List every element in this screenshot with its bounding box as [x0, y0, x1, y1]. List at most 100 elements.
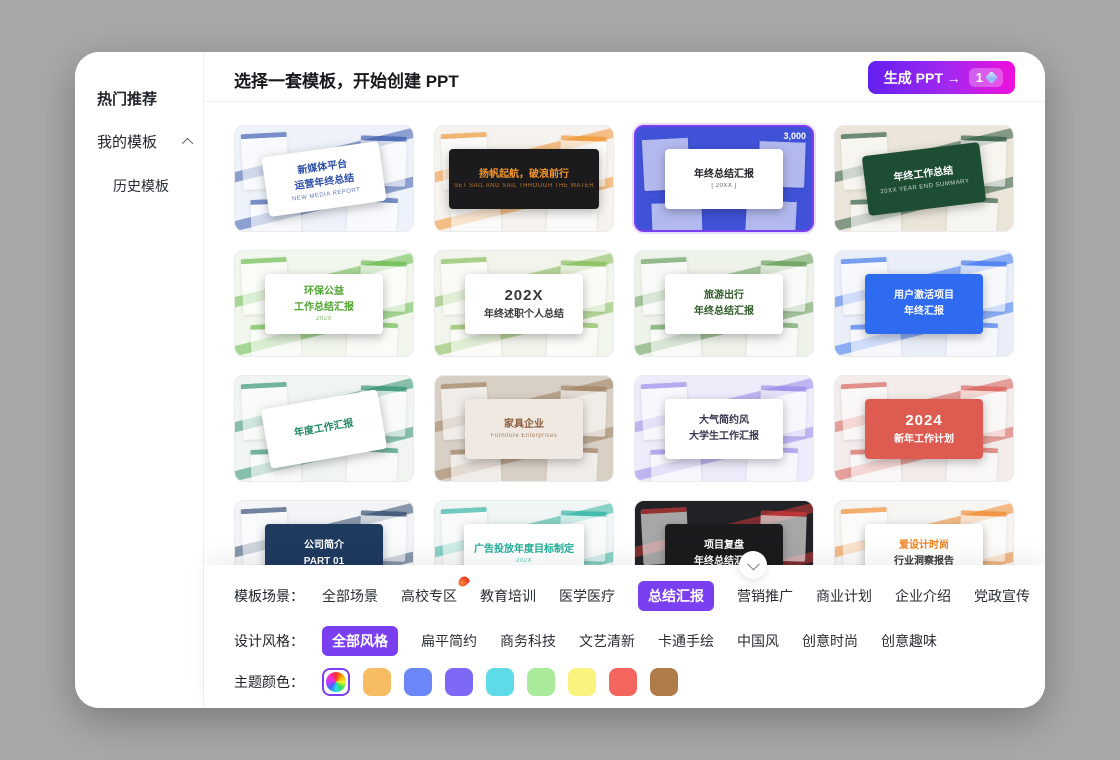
template-title-line: 环保公益	[304, 285, 344, 299]
template-card[interactable]: 年度工作汇报	[234, 375, 414, 482]
template-title-line: 扬帆起航，破浪前行	[479, 168, 569, 182]
template-title-line: 工作总结汇报	[294, 301, 354, 315]
template-corner-badge: 3,000	[783, 131, 806, 141]
sidebar: 热门推荐 我的模板 历史模板	[75, 52, 203, 708]
main-header: 选择一套模板，开始创建 PPT 生成 PPT → 1	[204, 52, 1045, 102]
color-filter-row: 主题颜色：	[234, 668, 678, 696]
template-card[interactable]: 2024新年工作计划	[834, 375, 1014, 482]
filter-chip[interactable]: 党政宣传	[974, 586, 1030, 606]
credit-badge: 1	[969, 68, 1003, 87]
template-title-line: 202X	[504, 286, 543, 306]
generate-ppt-label: 生成 PPT →	[884, 68, 961, 88]
filter-chip[interactable]: 中国风	[737, 631, 779, 651]
template-card[interactable]: 用户激活项目年终汇报	[834, 250, 1014, 357]
template-subtitle: [ 20XX ]	[711, 183, 736, 189]
filter-chip[interactable]: 高校专区	[401, 586, 457, 606]
template-title-line: 年终汇报	[904, 305, 944, 319]
template-picker-modal: 热门推荐 我的模板 历史模板 选择一套模板，开始创建 PPT 生成 PPT → …	[75, 52, 1045, 708]
theme-color-swatch[interactable]	[363, 668, 391, 696]
scene-chips: 全部场景高校专区教育培训医学医疗总结汇报营销推广商业计划企业介绍党政宣传晚会表彰	[322, 581, 1045, 611]
style-filter-row: 设计风格： 全部风格 扁平简约 商务科技 文艺清新 卡通手绘 中国风 创意时尚 创意趣味	[234, 626, 937, 656]
sidebar-item-history-templates[interactable]: 历史模板	[97, 176, 203, 196]
filter-chip[interactable]: 全部场景	[322, 586, 378, 606]
template-card[interactable]: 项目复盘年终总结汇报	[634, 500, 814, 565]
sidebar-item-hot-recommend[interactable]: 热门推荐	[97, 88, 203, 109]
sidebar-item-label: 热门推荐	[97, 88, 157, 109]
theme-color-swatch[interactable]	[404, 668, 432, 696]
diamond-icon	[985, 71, 998, 84]
template-title-line: 广告投放年度目标制定	[474, 543, 574, 557]
template-card[interactable]: 年终工作总结20XX YEAR END SUMMARY	[834, 125, 1014, 232]
scene-filter-label: 模板场景：	[234, 586, 322, 606]
template-card[interactable]: 年终总结汇报[ 20XX ]3,000	[634, 125, 814, 232]
template-card[interactable]: 旅游出行年终总结汇报	[634, 250, 814, 357]
template-subtitle: 202X	[316, 316, 332, 322]
filter-chip[interactable]: 扁平简约	[421, 631, 477, 651]
template-cover: 公司简介 PART 01	[265, 524, 383, 566]
generate-ppt-button[interactable]: 生成 PPT → 1	[868, 61, 1015, 94]
filter-chip[interactable]: 卡通手绘	[658, 631, 714, 651]
template-title-line: 项目复盘	[704, 539, 744, 553]
color-filter-label: 主题颜色：	[234, 672, 322, 692]
template-card[interactable]: 202X 年终述职个人总结	[434, 250, 614, 357]
template-cover: 年终总结汇报[ 20XX ]	[665, 149, 783, 209]
hot-flame-icon	[456, 574, 470, 588]
template-card[interactable]: 扬帆起航，破浪前行SET SAIL AND SAIL THROUGH THE W…	[434, 125, 614, 232]
filter-chip[interactable]: 创意趣味	[881, 631, 937, 651]
template-cover: 202X 年终述职个人总结	[465, 274, 583, 334]
template-card[interactable]: 广告投放年度目标制定202X	[434, 500, 614, 565]
filter-chip[interactable]: 营销推广	[737, 586, 793, 606]
color-swatches	[322, 668, 678, 696]
template-subtitle: SET SAIL AND SAIL THROUGH THE WATER	[454, 183, 594, 189]
filter-chip[interactable]: 创意时尚	[802, 631, 858, 651]
filter-chip[interactable]: 商业计划	[816, 586, 872, 606]
template-card[interactable]: 公司简介 PART 01	[234, 500, 414, 565]
template-cover: 广告投放年度目标制定202X	[464, 524, 584, 566]
filter-chip[interactable]: 企业介绍	[895, 586, 951, 606]
template-title-line: 旅游出行	[704, 289, 744, 303]
theme-color-rainbow-swatch[interactable]	[322, 668, 350, 696]
template-title-line: 大气简约风	[699, 414, 749, 428]
theme-color-swatch[interactable]	[445, 668, 473, 696]
template-card[interactable]: 环保公益工作总结汇报202X	[234, 250, 414, 357]
template-cover: 大气简约风大学生工作汇报	[665, 399, 783, 459]
theme-color-swatch[interactable]	[609, 668, 637, 696]
theme-color-swatch[interactable]	[650, 668, 678, 696]
filter-chip[interactable]: 总结汇报	[638, 581, 714, 611]
style-filter-label: 设计风格：	[234, 631, 322, 651]
template-subtitle: Furniture Enterprises	[491, 433, 558, 439]
template-cover: 家具企业Furniture Enterprises	[465, 399, 583, 459]
rainbow-wheel-icon	[326, 672, 346, 692]
style-chips: 全部风格 扁平简约 商务科技 文艺清新 卡通手绘 中国风 创意时尚 创意趣味	[322, 626, 937, 656]
template-cover: 旅游出行年终总结汇报	[665, 274, 783, 334]
collapse-filters-button[interactable]	[739, 551, 767, 579]
template-title-line: PART 01	[304, 555, 344, 566]
chevron-down-icon	[747, 557, 760, 570]
filter-chip[interactable]: 医学医疗	[559, 586, 615, 606]
template-title-line: 年终述职个人总结	[484, 308, 564, 322]
template-title-line: 年终总结汇报	[694, 168, 754, 182]
template-card[interactable]: 家具企业Furniture Enterprises	[434, 375, 614, 482]
template-title-line: 家具企业	[504, 418, 544, 432]
template-title-line: 年度工作汇报	[293, 417, 354, 441]
template-grid: 新媒体平台运营年终总结NEW MEDIA REPORT 扬帆起航，破浪前行SET …	[204, 102, 1045, 565]
theme-color-swatch[interactable]	[486, 668, 514, 696]
credit-count: 1	[976, 70, 983, 85]
template-title-line: 2024	[905, 411, 942, 431]
template-cover: 扬帆起航，破浪前行SET SAIL AND SAIL THROUGH THE W…	[449, 149, 599, 209]
filter-chip[interactable]: 教育培训	[480, 586, 536, 606]
filter-chip[interactable]: 商务科技	[500, 631, 556, 651]
filter-chip[interactable]: 文艺清新	[579, 631, 635, 651]
chevron-up-icon	[182, 137, 193, 148]
filter-chip[interactable]: 全部风格	[322, 626, 398, 656]
template-card[interactable]: 大气简约风大学生工作汇报	[634, 375, 814, 482]
template-card[interactable]: 爱设计时尚行业洞察报告	[834, 500, 1014, 565]
template-subtitle: 202X	[516, 558, 532, 564]
template-title-line: 公司简介	[304, 539, 344, 553]
sidebar-item-my-templates[interactable]: 我的模板	[97, 131, 203, 152]
sidebar-item-label: 我的模板	[97, 131, 157, 152]
theme-color-swatch[interactable]	[568, 668, 596, 696]
template-cover: 2024新年工作计划	[865, 399, 983, 459]
template-card[interactable]: 新媒体平台运营年终总结NEW MEDIA REPORT	[234, 125, 414, 232]
theme-color-swatch[interactable]	[527, 668, 555, 696]
